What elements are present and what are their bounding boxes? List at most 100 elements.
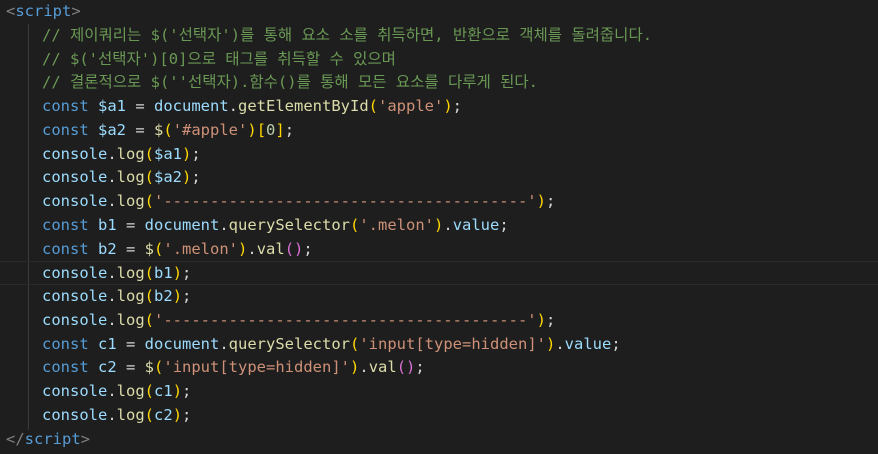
code-line[interactable]: console.log(b2); [0,285,878,309]
code-token-bracket: ( [154,358,164,377]
code-line[interactable]: console.log(c2); [0,404,878,428]
code-editor[interactable]: <script>// 제이쿼리는 $('선택자')를 통해 요소 소를 취득하면… [0,0,878,454]
code-token-plain: = [116,358,145,377]
code-token-plain: ; [611,334,621,353]
code-token-bracket: [ [256,120,267,139]
code-line[interactable]: console.log('---------------------------… [0,190,878,214]
code-token-plain: ; [182,287,192,305]
code-token-function: log [116,382,145,400]
code-line[interactable]: const $a1 = document.getElementById('app… [0,95,878,119]
code-line[interactable]: console.log('---------------------------… [0,309,878,333]
code-token-plain: = [126,97,154,115]
code-token-variable: b1 [154,264,173,283]
code-token-plain: = [126,120,154,139]
code-line[interactable]: console.log(c1); [0,380,878,404]
code-token-plain: . [228,97,238,115]
code-token-plain: ; [182,382,192,400]
code-token-comment: // 제이쿼리는 $('선택자')를 통해 요소 소를 취득하면, 반환으로 객… [42,25,653,44]
code-token-plain: . [555,334,565,353]
code-token-variable: $a2 [98,120,126,139]
code-token-string: '.melon' [359,215,434,234]
code-token-variable: value [452,215,500,234]
code-token-variable: console [42,405,108,424]
code-token-bracket: ) [536,192,546,210]
code-token-string: '---------------------------------------… [154,310,537,329]
code-line[interactable]: const b1 = document.querySelector('.melo… [0,214,878,238]
code-token-plain: ; [191,144,201,163]
code-token-plain: . [107,310,117,329]
code-token-bracket: ) [434,215,444,234]
code-token-plain: ; [182,264,192,283]
code-line[interactable]: <script> [0,0,878,24]
code-token-bracket: ) [172,382,183,400]
code-token-variable: console [42,287,108,305]
code-token-plain: . [107,287,117,305]
code-token-variable: document [154,97,229,115]
code-token-string: 'input[type=hidden]' [163,358,350,377]
code-token-plain: . [107,405,117,424]
code-token-plain: . [107,168,117,187]
code-token-bracket: ( [350,334,360,353]
code-line[interactable]: const $a2 = $('#apple')[0]; [0,119,878,143]
code-token-variable: $a2 [154,168,183,187]
code-token-number: 0 [266,120,276,139]
code-token-variable: console [42,264,108,283]
code-token-tag-bracket: < [6,2,16,20]
code-line[interactable]: const c1 = document.querySelector('input… [0,333,878,357]
code-token-plain: = [116,334,145,353]
code-token-bracket: ) [172,264,183,283]
code-token-string: '.melon' [163,239,239,258]
code-token-function: log [116,310,145,329]
code-token-variable: console [42,168,108,187]
code-token-bracket: ] [275,120,285,139]
code-line[interactable]: console.log($a2); [0,166,878,190]
code-token-function: val [368,358,397,377]
code-token-plain: ; [452,97,463,115]
code-token-bracket: ( [144,144,155,163]
code-token-variable: console [42,144,108,163]
code-token-bracket2: () [396,358,416,377]
code-token-bracket: ) [182,168,192,187]
code-token-function: $ [154,120,164,139]
code-token-bracket: ( [144,310,155,329]
code-line[interactable]: // 제이쿼리는 $('선택자')를 통해 요소 소를 취득하면, 반환으로 객… [0,24,878,48]
code-line[interactable]: const c2 = $('input[type=hidden]').val()… [0,356,878,380]
code-line[interactable]: </script> [0,428,878,452]
code-token-plain: . [107,264,117,283]
code-token-bracket: ( [144,168,155,187]
code-token-bracket: ) [238,239,248,258]
code-token-plain: . [107,382,117,400]
code-token-plain: ; [499,215,509,234]
code-token-tag-name: script [15,2,72,20]
code-line[interactable]: console.log(b1); [0,261,878,285]
code-token-variable: document [144,215,220,234]
code-token-bracket: ( [144,264,155,283]
code-token-bracket: ) [545,334,556,353]
code-token-variable: c1 [154,382,173,400]
code-token-bracket: ( [144,382,155,400]
code-token-variable: c2 [98,358,117,377]
code-token-plain: . [107,144,117,163]
code-token-keyword: const [42,358,98,377]
code-token-variable: console [42,310,108,329]
code-line[interactable]: // 결론적으로 $(''선택자).함수()를 통해 모든 요소를 다루게 된다… [0,71,878,95]
code-token-plain: ; [182,405,192,424]
code-token-variable: value [564,334,612,353]
code-token-keyword: const [42,97,98,115]
code-token-keyword: const [42,120,98,139]
code-token-function: log [116,168,145,187]
code-line[interactable]: // $('선택자')[0]으로 태그를 취득할 수 있으며 [0,48,878,72]
code-token-plain: . [359,358,369,377]
code-line[interactable]: const b2 = $('.melon').val(); [0,238,878,262]
code-token-function: log [116,192,145,210]
code-token-tag-bracket: </ [6,429,25,448]
code-token-keyword: const [42,215,98,234]
code-token-function: $ [144,239,155,258]
code-line[interactable]: console.log($a1); [0,143,878,167]
code-token-keyword: const [42,239,98,258]
code-token-variable: $a1 [154,144,183,163]
code-token-bracket: ) [536,310,546,329]
code-token-plain: ; [545,310,556,329]
code-token-comment: // $('선택자')[0]으로 태그를 취득할 수 있으며 [42,49,396,68]
code-token-function: $ [144,358,155,377]
